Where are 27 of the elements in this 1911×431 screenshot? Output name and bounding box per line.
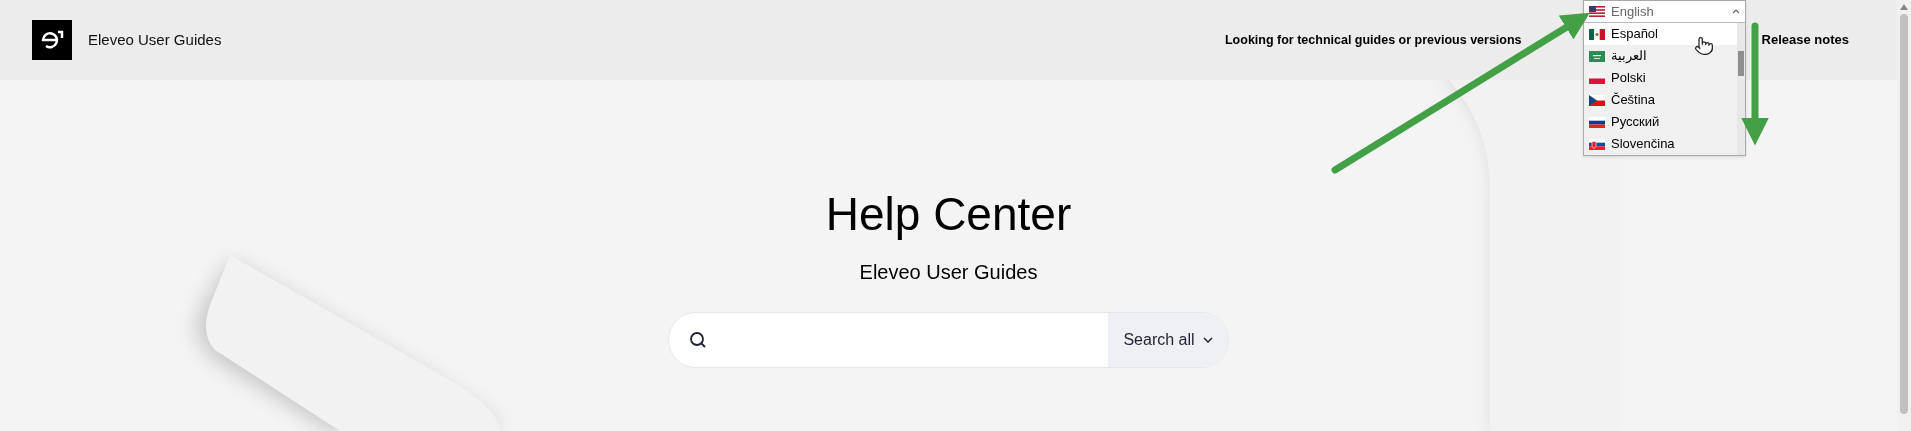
release-notes-link[interactable]: Release notes <box>1761 30 1849 50</box>
site-title: Eleveo User Guides <box>88 29 222 50</box>
flag-icon <box>1589 28 1605 40</box>
logo-icon <box>32 20 72 60</box>
flag-icon <box>1589 50 1605 62</box>
language-select[interactable]: English <box>1584 1 1745 23</box>
flag-icon <box>1589 6 1605 17</box>
language-option[interactable]: Slovenčina <box>1584 133 1737 155</box>
subtitle: Eleveo User Guides <box>859 260 1038 285</box>
notice-text: Looking for technical guides or previous versions <box>1224 31 1522 49</box>
search-scope-dropdown[interactable]: Search all <box>1108 313 1228 367</box>
language-option[interactable]: Polski <box>1584 67 1737 89</box>
search-icon <box>689 331 707 349</box>
flag-icon <box>1589 116 1605 128</box>
language-option[interactable]: Español <box>1584 23 1737 45</box>
flag-icon <box>1589 138 1605 150</box>
language-option[interactable]: Čeština <box>1584 89 1737 111</box>
language-option[interactable]: العربية <box>1584 45 1737 67</box>
pointer-icon <box>1694 36 1714 56</box>
chevron-up-icon <box>1732 9 1740 14</box>
scrollbar-thumb[interactable] <box>1738 51 1744 76</box>
flag-icon <box>1589 94 1605 106</box>
scrollbar-thumb[interactable] <box>1900 14 1908 414</box>
chevron-down-icon <box>1202 337 1213 343</box>
language-option[interactable]: Русский <box>1584 111 1737 133</box>
scroll-up-icon[interactable] <box>1900 4 1908 10</box>
search-field[interactable]: Search all <box>668 312 1229 368</box>
